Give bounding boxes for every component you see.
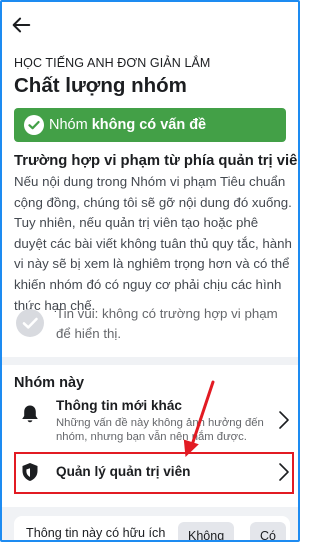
this-group-title: Nhóm này	[14, 375, 85, 391]
check-circle-icon	[24, 115, 44, 135]
chevron-right-icon	[279, 411, 289, 429]
chevron-right-icon	[279, 463, 289, 481]
shield-icon	[22, 463, 38, 481]
group-name: HỌC TIẾNG ANH ĐƠN GIẢN LẮM	[14, 56, 211, 70]
top-bar	[2, 2, 298, 46]
other-updates-item[interactable]: Thông tin mới khác Những vấn đề này khôn…	[2, 396, 298, 446]
admin-violations-description: Nếu nội dung trong Nhóm vi phạm Tiêu chu…	[14, 174, 292, 313]
manage-admins-item[interactable]: Quản lý quản trị viên	[2, 448, 298, 496]
check-circle-icon	[16, 309, 44, 337]
admin-violations-title: Trường hợp vi phạm từ phía quản trị viên	[14, 153, 300, 169]
status-bold: không có vấn đề	[91, 117, 207, 133]
feedback-card: Thông tin này có hữu ích Không Có	[14, 516, 290, 540]
feedback-yes-button[interactable]: Có	[250, 522, 286, 540]
status-prefix: Nhóm	[49, 117, 92, 133]
bell-icon	[22, 405, 38, 423]
item-description: Những vấn đề này không ảnh hưởng đến nhó…	[56, 417, 264, 443]
status-text: Nhóm không có vấn đề	[49, 117, 206, 133]
section-divider	[2, 357, 298, 365]
feedback-question: Thông tin này có hữu ích	[26, 526, 166, 540]
good-news-text: Tin vui: không có trường hợp vi phạm để …	[56, 306, 278, 341]
item-title: Quản lý quản trị viên	[56, 464, 191, 479]
page-title: Chất lượng nhóm	[14, 74, 187, 97]
arrow-left-icon[interactable]	[10, 14, 32, 36]
item-title: Thông tin mới khác	[56, 398, 182, 413]
status-banner: Nhóm không có vấn đề	[14, 108, 286, 142]
feedback-no-button[interactable]: Không	[178, 522, 235, 540]
screen-frame: HỌC TIẾNG ANH ĐƠN GIẢN LẮM Chất lượng nh…	[0, 0, 300, 542]
